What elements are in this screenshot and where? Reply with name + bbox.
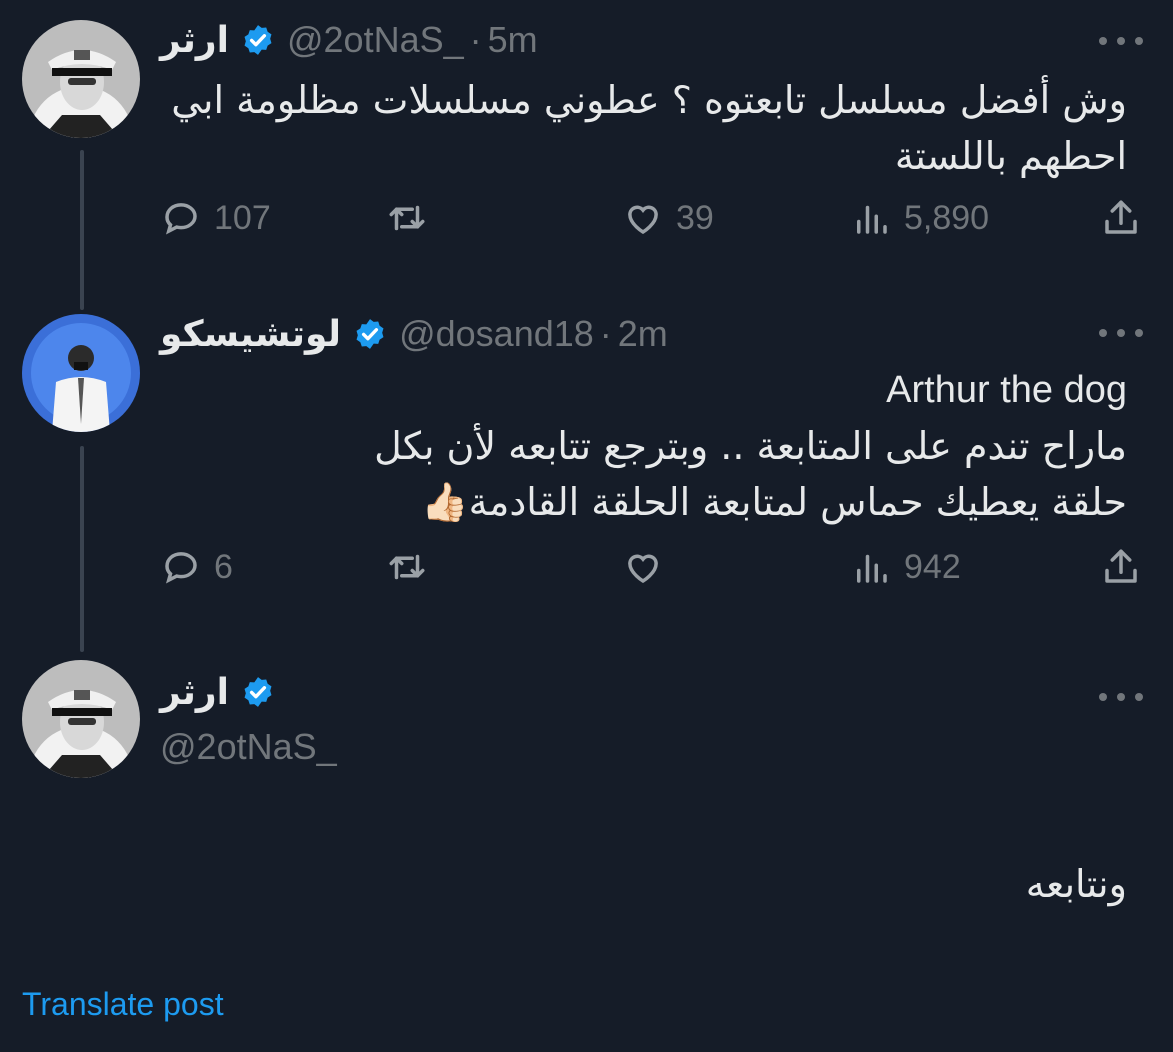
- reply-icon: [165, 552, 197, 584]
- share-button[interactable]: [1100, 193, 1142, 243]
- tweet-header: لوتشيسكو @dosand18 · 2m: [160, 313, 668, 355]
- avatar[interactable]: [22, 20, 140, 138]
- retweet-icon: [389, 554, 425, 580]
- avatar[interactable]: [22, 314, 140, 432]
- display-name[interactable]: ارثر: [160, 672, 229, 713]
- retweet-icon: [389, 205, 425, 231]
- views-count: 5,890: [904, 198, 990, 237]
- more-icon[interactable]: [1099, 326, 1143, 340]
- tweet-text-line: احطهم باللستة: [894, 134, 1127, 178]
- reply-icon: [165, 203, 197, 235]
- display-name[interactable]: ارثر: [160, 20, 229, 61]
- tweet-text-line: وش أفضل مسلسل تابعتوه ؟ عطوني مسلسلات مظ…: [171, 78, 1127, 122]
- like-count: 39: [676, 198, 714, 237]
- tweet-text-line: Arthur the dog: [886, 369, 1127, 411]
- verified-badge-icon: [241, 675, 275, 709]
- reply-count: 107: [214, 198, 271, 237]
- views-button[interactable]: 942: [850, 542, 961, 592]
- reply-button[interactable]: 6: [160, 542, 233, 592]
- verified-badge-icon: [241, 23, 275, 57]
- handle[interactable]: @2otNaS_: [160, 726, 337, 768]
- tweet-text-line: ماراح تندم على المتابعة .. وبترجع تتابعه…: [374, 424, 1127, 468]
- tweet-text: ونتابعه: [1025, 862, 1127, 906]
- avatar[interactable]: [22, 660, 140, 778]
- retweet-button[interactable]: [386, 542, 428, 592]
- avatar-image: [22, 314, 140, 432]
- translate-post-link[interactable]: Translate post: [22, 986, 224, 1023]
- handle[interactable]: @dosand18: [399, 313, 594, 355]
- views-count: 942: [904, 547, 961, 586]
- thread-line: [80, 446, 84, 652]
- share-icon: [1105, 200, 1137, 234]
- more-icon[interactable]: [1099, 690, 1143, 704]
- retweet-button[interactable]: [386, 193, 428, 243]
- timestamp[interactable]: 2m: [618, 313, 668, 355]
- like-icon: [628, 554, 658, 584]
- thread-line: [80, 150, 84, 310]
- handle[interactable]: @2otNaS_: [287, 19, 464, 61]
- reply-button[interactable]: 107: [160, 193, 271, 243]
- views-button[interactable]: 5,890: [850, 193, 989, 243]
- views-icon: [857, 205, 887, 234]
- avatar-image: [22, 20, 140, 138]
- more-icon[interactable]: [1099, 34, 1143, 48]
- separator-dot: ·: [469, 19, 482, 60]
- timestamp[interactable]: 5m: [488, 19, 538, 61]
- share-icon: [1105, 549, 1137, 583]
- like-button[interactable]: [622, 542, 664, 592]
- tweet-text-line: حلقة يعطيك حماس لمتابعة الحلقة القادمة👍🏻: [421, 480, 1127, 524]
- tweet-text: Arthur the dog ماراح تندم على المتابعة .…: [374, 362, 1127, 530]
- tweet-header: ارثر: [160, 672, 287, 713]
- display-name[interactable]: لوتشيسكو: [160, 314, 341, 355]
- tweet-header: ارثر @2otNaS_ · 5m: [160, 19, 538, 61]
- avatar-image: [22, 660, 140, 778]
- action-bar: 107 39 5,890: [160, 193, 1145, 243]
- share-button[interactable]: [1100, 542, 1142, 592]
- reply-count: 6: [214, 547, 233, 586]
- action-bar: 6 942: [160, 542, 1145, 592]
- tweet-text: وش أفضل مسلسل تابعتوه ؟ عطوني مسلسلات مظ…: [171, 72, 1127, 184]
- separator-dot: ·: [599, 313, 612, 354]
- like-button[interactable]: 39: [622, 193, 714, 243]
- verified-badge-icon: [353, 317, 387, 351]
- views-icon: [857, 554, 887, 583]
- like-icon: [628, 205, 658, 235]
